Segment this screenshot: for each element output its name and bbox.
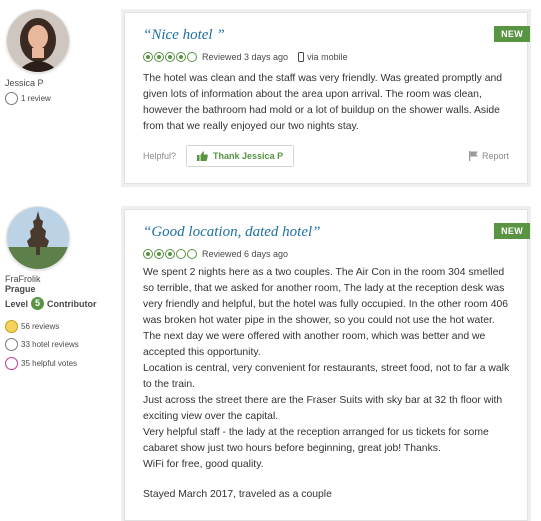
review-card-1: NEW “Nice hotel ” Reviewed 3 days ago vi… bbox=[124, 12, 530, 184]
rating-bubble-filled bbox=[154, 52, 164, 62]
review-title[interactable]: “Good location, dated hotel” bbox=[143, 224, 321, 241]
stay-info: Stayed March 2017, traveled as a couple bbox=[143, 489, 332, 500]
level-label: Level bbox=[5, 298, 29, 309]
review-count: 56 reviews bbox=[21, 322, 60, 331]
review-card-2: NEW “Good location, dated hotel” Reviewe… bbox=[124, 209, 530, 521]
username[interactable]: FraFrolik bbox=[5, 274, 41, 284]
hotel-reviews-badge: 33 hotel reviews bbox=[5, 338, 79, 351]
review-paragraph: WiFi for free, good quality. bbox=[143, 459, 264, 470]
new-tag: NEW bbox=[494, 223, 530, 239]
rating-bubble-filled bbox=[143, 249, 153, 259]
rating-bubble-filled bbox=[165, 249, 175, 259]
flag-icon bbox=[468, 151, 478, 161]
helpful-votes-count: 35 helpful votes bbox=[21, 359, 78, 368]
report-label: Report bbox=[481, 151, 509, 161]
rating-bubble-empty bbox=[187, 249, 197, 259]
helpful-row: Helpful? Thank Jessica P Report bbox=[143, 145, 509, 167]
avatar[interactable] bbox=[7, 10, 69, 72]
review-date: Reviewed 6 days ago bbox=[202, 249, 289, 259]
reviews-badge-icon bbox=[5, 92, 18, 105]
level-title: Contributor bbox=[47, 298, 97, 309]
review-title[interactable]: “Nice hotel ” bbox=[143, 27, 225, 44]
reviews-badge-icon bbox=[5, 320, 18, 333]
bubble-rating bbox=[143, 52, 197, 62]
thank-label: Thank Jessica P bbox=[213, 151, 284, 161]
helpful-votes-badge-icon bbox=[5, 357, 18, 370]
review-paragraph: Just across the street there are the Fra… bbox=[143, 395, 503, 422]
rating-bubble-filled bbox=[176, 52, 186, 62]
rating-bubble-filled bbox=[143, 52, 153, 62]
review-meta: Reviewed 3 days ago via mobile bbox=[143, 52, 348, 62]
helpful-label: Helpful? bbox=[143, 151, 177, 161]
review-meta: Reviewed 6 days ago bbox=[143, 249, 288, 259]
avatar[interactable] bbox=[7, 207, 69, 269]
hotel-reviews-badge-icon bbox=[5, 338, 18, 351]
thank-button[interactable]: Thank Jessica P bbox=[186, 145, 295, 167]
mobile-icon bbox=[298, 52, 305, 62]
review-text: The hotel was clean and the staff was ve… bbox=[143, 73, 503, 132]
rating-bubble-filled bbox=[154, 249, 164, 259]
username[interactable]: Jessica P bbox=[5, 78, 44, 88]
thumbs-up-icon bbox=[197, 151, 208, 161]
contributor-level: Level 5 Contributor bbox=[5, 297, 97, 310]
review-date: Reviewed 3 days ago bbox=[202, 52, 289, 62]
review-paragraph: Very helpful staff - the lady at the rec… bbox=[143, 427, 489, 454]
rating-bubble-empty bbox=[187, 52, 197, 62]
report-link[interactable]: Report bbox=[468, 151, 509, 161]
rating-bubble-empty bbox=[176, 249, 186, 259]
bubble-rating bbox=[143, 249, 197, 259]
user-location: Prague bbox=[5, 284, 36, 294]
review-count-badge: 1 review bbox=[5, 92, 51, 105]
review-body: We spent 2 nights here as a two couples.… bbox=[143, 265, 513, 473]
level-number: 5 bbox=[31, 297, 45, 310]
hotel-review-count: 33 hotel reviews bbox=[21, 340, 79, 349]
review-count-badge: 56 reviews bbox=[5, 320, 59, 333]
helpful-votes-badge: 35 helpful votes bbox=[5, 357, 77, 370]
new-tag: NEW bbox=[494, 26, 530, 42]
via-mobile-label: via mobile bbox=[307, 52, 348, 62]
review-body: The hotel was clean and the staff was ve… bbox=[143, 71, 513, 135]
review-count: 1 review bbox=[21, 94, 51, 103]
review-paragraph: We spent 2 nights here as a two couples.… bbox=[143, 267, 509, 358]
review-paragraph: Location is central, very convenient for… bbox=[143, 363, 510, 390]
rating-bubble-filled bbox=[165, 52, 175, 62]
